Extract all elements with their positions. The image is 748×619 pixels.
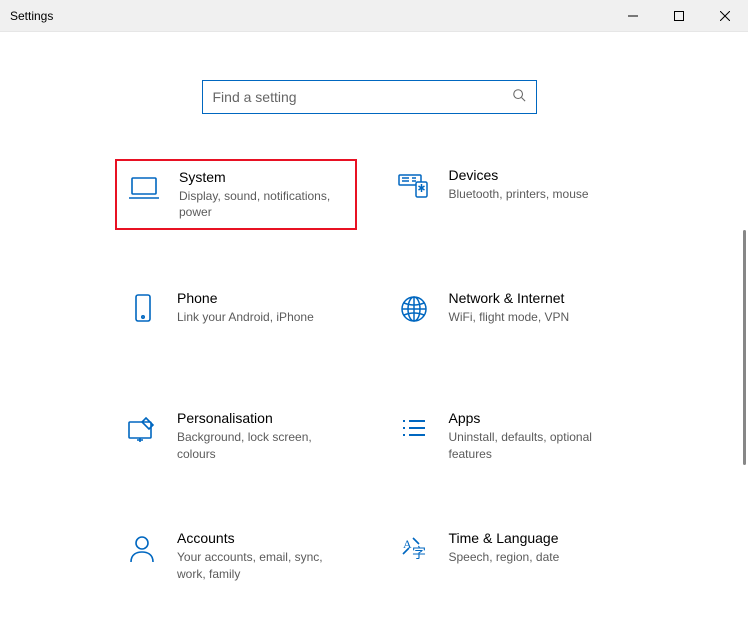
scrollbar[interactable] — [743, 230, 746, 465]
globe-icon — [397, 292, 431, 326]
tile-text: Apps Uninstall, defaults, optional featu… — [449, 410, 619, 461]
tile-text: Phone Link your Android, iPhone — [177, 290, 347, 325]
laptop-icon — [127, 171, 161, 205]
close-button[interactable] — [702, 0, 748, 32]
tile-desc: Link your Android, iPhone — [177, 309, 347, 325]
tile-title: Network & Internet — [449, 290, 619, 306]
apps-icon — [397, 412, 431, 446]
settings-grid: System Display, sound, notifications, po… — [0, 159, 738, 590]
tile-text: Personalisation Background, lock screen,… — [177, 410, 347, 461]
tile-text: System Display, sound, notifications, po… — [179, 169, 345, 220]
titlebar: Settings — [0, 0, 748, 32]
tile-desc: Bluetooth, printers, mouse — [449, 186, 619, 202]
phone-icon — [125, 292, 159, 326]
tile-title: System — [179, 169, 345, 185]
tile-title: Time & Language — [449, 530, 619, 546]
person-icon — [125, 532, 159, 566]
window-title: Settings — [10, 9, 53, 23]
tile-personalisation[interactable]: Personalisation Background, lock screen,… — [115, 402, 357, 470]
search-input[interactable] — [213, 89, 512, 105]
tile-time-language[interactable]: A 字 Time & Language Speech, region, date — [387, 522, 629, 590]
tile-title: Phone — [177, 290, 347, 306]
tile-system[interactable]: System Display, sound, notifications, po… — [115, 159, 357, 230]
tile-desc: Display, sound, notifications, power — [179, 188, 345, 220]
tile-title: Apps — [449, 410, 619, 426]
tile-text: Network & Internet WiFi, flight mode, VP… — [449, 290, 619, 325]
tile-phone[interactable]: Phone Link your Android, iPhone — [115, 282, 357, 350]
search-box[interactable] — [202, 80, 537, 114]
window-controls — [610, 0, 748, 31]
tile-devices[interactable]: Devices Bluetooth, printers, mouse — [387, 159, 629, 230]
language-icon: A 字 — [397, 532, 431, 566]
tile-desc: Background, lock screen, colours — [177, 429, 347, 461]
tile-title: Devices — [449, 167, 619, 183]
tile-title: Accounts — [177, 530, 347, 546]
tile-desc: Your accounts, email, sync, work, family — [177, 549, 347, 581]
minimize-button[interactable] — [610, 0, 656, 32]
tile-text: Time & Language Speech, region, date — [449, 530, 619, 565]
tile-apps[interactable]: Apps Uninstall, defaults, optional featu… — [387, 402, 629, 470]
devices-icon — [397, 169, 431, 203]
tile-title: Personalisation — [177, 410, 347, 426]
svg-text:字: 字 — [412, 546, 426, 562]
tile-desc: Speech, region, date — [449, 549, 619, 565]
search-wrap — [0, 80, 738, 114]
tile-desc: Uninstall, defaults, optional features — [449, 429, 619, 461]
tile-desc: WiFi, flight mode, VPN — [449, 309, 619, 325]
tile-network[interactable]: Network & Internet WiFi, flight mode, VP… — [387, 282, 629, 350]
maximize-button[interactable] — [656, 0, 702, 32]
search-icon — [512, 88, 526, 107]
personalisation-icon — [125, 412, 159, 446]
tile-text: Devices Bluetooth, printers, mouse — [449, 167, 619, 202]
tile-accounts[interactable]: Accounts Your accounts, email, sync, wor… — [115, 522, 357, 590]
tile-text: Accounts Your accounts, email, sync, wor… — [177, 530, 347, 581]
content-area: System Display, sound, notifications, po… — [0, 80, 748, 619]
